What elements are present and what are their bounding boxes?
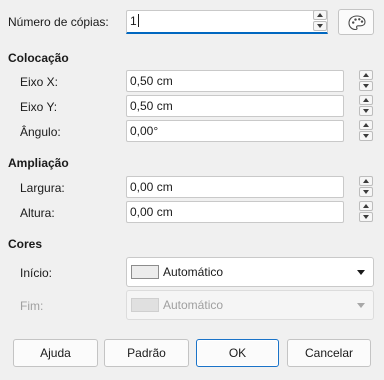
- end-color-label: Fim:: [20, 299, 44, 313]
- y-axis-spinner[interactable]: [359, 95, 373, 117]
- y-axis-input[interactable]: 0,50 cm: [126, 95, 344, 117]
- start-color-value: Automático: [163, 265, 224, 279]
- reset-button[interactable]: Padrão: [104, 339, 189, 367]
- height-spinner[interactable]: [359, 201, 373, 223]
- width-value: 0,00 cm: [130, 180, 173, 194]
- x-axis-spinner[interactable]: [359, 70, 373, 92]
- end-color-dropdown: Automático: [126, 290, 374, 320]
- chevron-down-icon: [357, 303, 365, 308]
- angle-input[interactable]: 0,00°: [126, 120, 344, 142]
- copies-decrement-button[interactable]: [313, 21, 327, 31]
- start-color-label: Início:: [20, 266, 53, 280]
- copies-value: 1: [130, 14, 137, 28]
- angle-label: Ângulo:: [20, 125, 61, 139]
- width-input[interactable]: 0,00 cm: [126, 176, 344, 198]
- y-axis-value: 0,50 cm: [130, 99, 173, 113]
- y-axis-label: Eixo Y:: [20, 100, 58, 114]
- x-axis-input[interactable]: 0,50 cm: [126, 70, 344, 92]
- cancel-button[interactable]: Cancelar: [287, 339, 371, 367]
- x-axis-value: 0,50 cm: [130, 74, 173, 88]
- width-increment-button[interactable]: [359, 176, 373, 186]
- end-color-value: Automático: [163, 298, 224, 312]
- x-axis-label: Eixo X:: [20, 75, 59, 89]
- colors-section-title: Cores: [8, 237, 43, 251]
- start-color-swatch: [131, 265, 159, 279]
- angle-increment-button[interactable]: [359, 120, 373, 130]
- copies-input[interactable]: 1: [126, 10, 328, 34]
- chevron-down-icon: [357, 270, 365, 275]
- width-spinner[interactable]: [359, 176, 373, 198]
- x-axis-decrement-button[interactable]: [359, 81, 373, 91]
- angle-value: 0,00°: [130, 124, 159, 138]
- x-axis-increment-button[interactable]: [359, 70, 373, 80]
- end-color-swatch: [131, 298, 159, 312]
- copies-increment-button[interactable]: [313, 10, 327, 20]
- text-caret: [137, 14, 139, 28]
- start-color-dropdown[interactable]: Automático: [126, 257, 374, 287]
- width-decrement-button[interactable]: [359, 187, 373, 197]
- height-increment-button[interactable]: [359, 201, 373, 211]
- height-label: Altura:: [20, 206, 55, 220]
- palette-icon: [348, 15, 366, 31]
- y-axis-decrement-button[interactable]: [359, 106, 373, 116]
- angle-spinner[interactable]: [359, 120, 373, 142]
- ok-button[interactable]: OK: [196, 339, 279, 367]
- width-label: Largura:: [20, 181, 65, 195]
- enlargement-section-title: Ampliação: [8, 156, 69, 170]
- height-decrement-button[interactable]: [359, 212, 373, 222]
- height-input[interactable]: 0,00 cm: [126, 201, 344, 223]
- help-button[interactable]: Ajuda: [13, 339, 98, 367]
- color-palette-button[interactable]: [338, 9, 374, 35]
- angle-decrement-button[interactable]: [359, 131, 373, 141]
- copies-spinner[interactable]: [313, 10, 327, 32]
- y-axis-increment-button[interactable]: [359, 95, 373, 105]
- copies-label: Número de cópias:: [8, 15, 109, 29]
- placement-section-title: Colocação: [8, 51, 69, 65]
- height-value: 0,00 cm: [130, 205, 173, 219]
